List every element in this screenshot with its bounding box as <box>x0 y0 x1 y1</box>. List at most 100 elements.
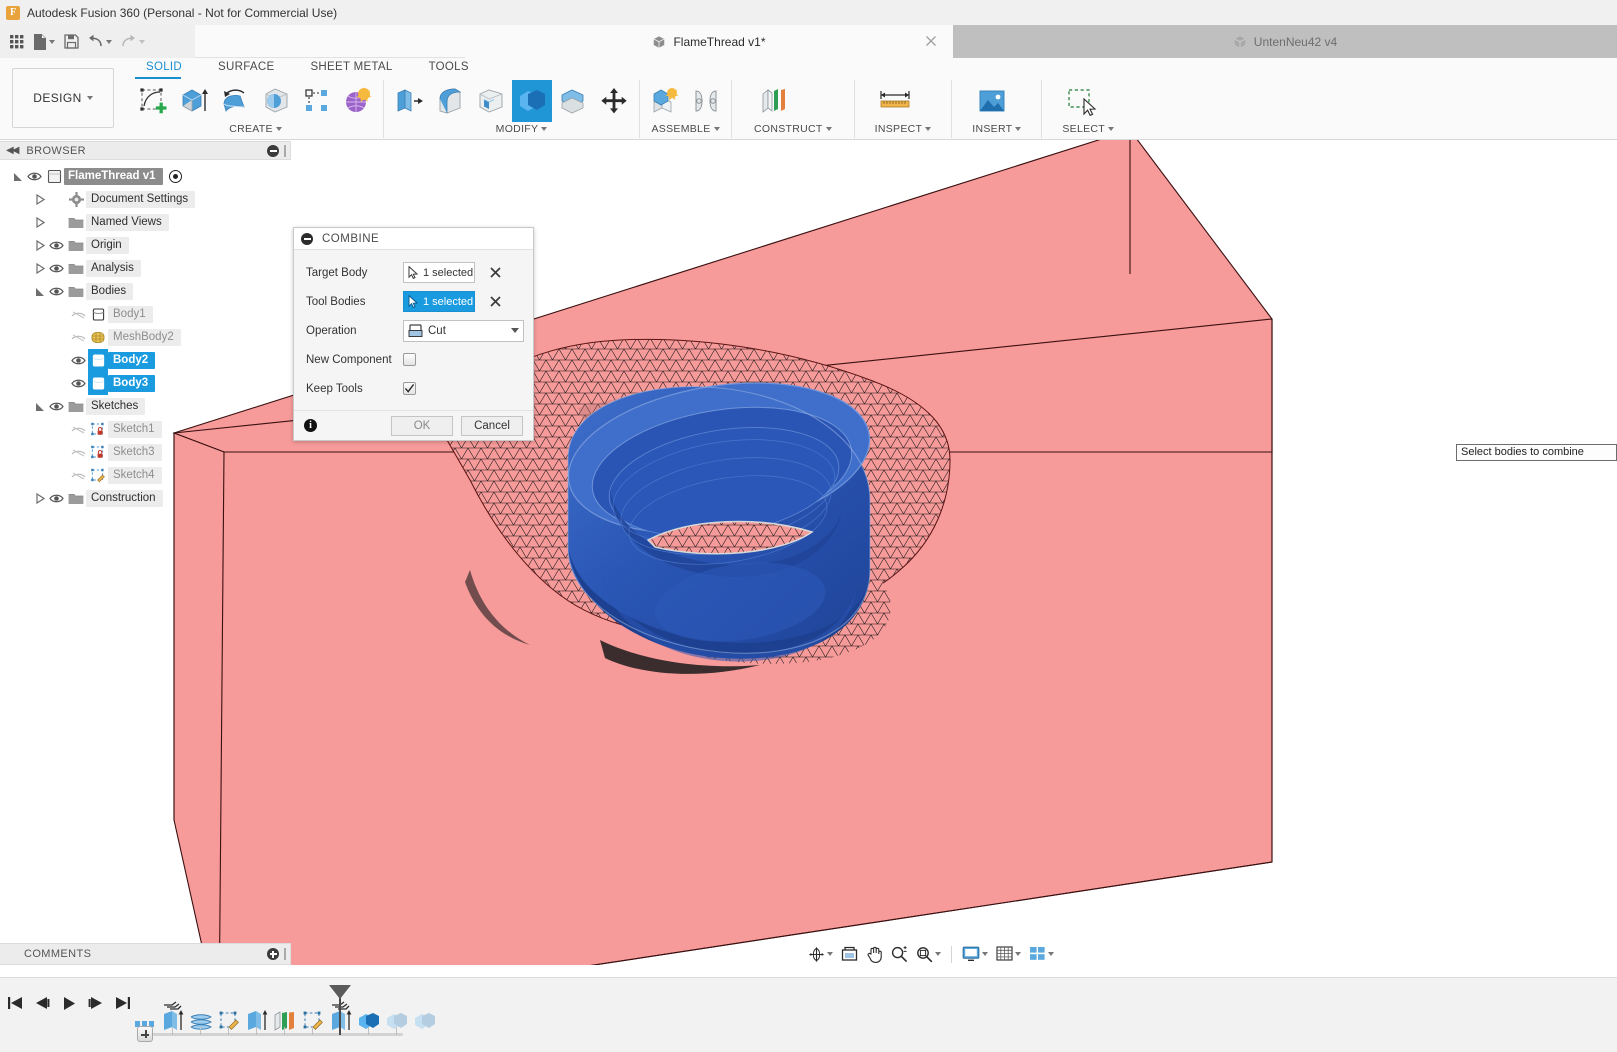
close-icon[interactable] <box>925 35 937 47</box>
visibility-toggle[interactable] <box>47 234 66 257</box>
timeline-playhead-marker[interactable] <box>339 985 341 1035</box>
redo-button[interactable] <box>117 29 148 55</box>
browser-node-label[interactable]: Construction <box>86 490 163 507</box>
browser-node-flamethread-v1[interactable]: FlameThread v1 <box>0 165 291 188</box>
extrude-feature-2[interactable] <box>245 997 268 1031</box>
offset-plane-button[interactable] <box>754 80 794 122</box>
ribbon-panel-insert-label[interactable]: INSERT <box>972 122 1021 136</box>
orbit-caret-icon[interactable] <box>827 952 833 956</box>
new-component-button[interactable] <box>645 80 685 122</box>
keep-tools-checkbox[interactable] <box>403 382 416 395</box>
undo-button[interactable] <box>84 29 115 55</box>
twisty-toggle[interactable] <box>33 280 47 303</box>
browser-node-label[interactable]: Sketches <box>86 398 145 415</box>
step-back-button[interactable] <box>32 993 52 1013</box>
go-to-beginning-button[interactable] <box>5 993 25 1013</box>
browser-node-sketches[interactable]: Sketches <box>0 395 291 418</box>
browser-node-analysis[interactable]: Analysis <box>0 257 291 280</box>
ribbon-panel-construct-label[interactable]: CONSTRUCT <box>754 122 832 136</box>
browser-node-body1[interactable]: Body1 <box>0 303 291 326</box>
browser-node-body2[interactable]: Body2 <box>0 349 291 372</box>
ribbon-panel-inspect-label[interactable]: INSPECT <box>875 122 932 136</box>
browser-node-sketch3[interactable]: Sketch3 <box>0 441 291 464</box>
ghost-feature-1[interactable] <box>385 997 408 1031</box>
timeline-expand-button[interactable] <box>137 1026 153 1042</box>
revolve-button[interactable] <box>215 80 255 122</box>
look-at-button[interactable] <box>838 942 861 966</box>
ribbon-panel-assemble-label[interactable]: ASSEMBLE <box>645 122 726 136</box>
pan-button[interactable] <box>863 942 886 966</box>
visibility-toggle[interactable] <box>69 349 88 372</box>
visibility-toggle[interactable] <box>25 165 44 188</box>
browser-node-document-settings[interactable]: Document Settings <box>0 188 291 211</box>
split-body-button[interactable] <box>553 80 593 122</box>
orbit-button[interactable] <box>805 942 836 966</box>
twisty-toggle[interactable] <box>33 211 47 234</box>
ribbon-tab-tools[interactable]: TOOLS <box>411 58 487 76</box>
undo-caret-icon[interactable] <box>106 40 112 44</box>
fit-button[interactable] <box>913 942 944 966</box>
visibility-toggle[interactable] <box>69 326 88 349</box>
collapse-panel-icon[interactable]: ◀◀ <box>6 145 17 156</box>
twisty-toggle[interactable] <box>33 234 47 257</box>
comments-panel[interactable]: COMMENTS <box>0 943 291 965</box>
twisty-toggle[interactable] <box>33 188 47 211</box>
document-tab-0[interactable]: FlameThread v1* <box>465 25 953 58</box>
visibility-toggle[interactable] <box>47 395 66 418</box>
browser-node-sketch1[interactable]: Sketch1 <box>0 418 291 441</box>
browser-node-label[interactable]: Body3 <box>108 375 155 392</box>
joint-button[interactable] <box>686 80 726 122</box>
browser-collapse-all-icon[interactable] <box>267 145 279 157</box>
browser-node-origin[interactable]: Origin <box>0 234 291 257</box>
viewports-button[interactable] <box>1026 942 1057 966</box>
operation-dropdown[interactable]: Cut <box>403 320 524 342</box>
info-icon[interactable]: i <box>304 419 317 432</box>
workspace-switcher[interactable]: DESIGN <box>12 68 114 128</box>
move-copy-button[interactable] <box>594 80 634 122</box>
add-comment-icon[interactable] <box>267 948 279 960</box>
new-component-checkbox[interactable] <box>403 353 416 366</box>
visibility-toggle[interactable] <box>69 303 88 326</box>
zoom-button[interactable] <box>888 942 911 966</box>
twisty-toggle[interactable] <box>33 395 47 418</box>
browser-node-sketch4[interactable]: Sketch4 <box>0 464 291 487</box>
play-button[interactable] <box>59 993 79 1013</box>
browser-node-label[interactable]: Body2 <box>108 352 155 369</box>
display-settings-caret-icon[interactable] <box>982 952 988 956</box>
window-selection-button[interactable] <box>1062 80 1102 122</box>
go-to-end-button[interactable] <box>113 993 133 1013</box>
panel-resize-grip[interactable] <box>284 145 286 157</box>
pattern-button[interactable] <box>297 80 337 122</box>
redo-caret-icon[interactable] <box>139 40 145 44</box>
browser-node-bodies[interactable]: Bodies <box>0 280 291 303</box>
ribbon-panel-create-label[interactable]: CREATE <box>133 122 378 136</box>
shell-button[interactable] <box>471 80 511 122</box>
tool-bodies-selection-field[interactable]: 1 selected <box>403 291 475 312</box>
browser-node-meshbody2[interactable]: MeshBody2 <box>0 326 291 349</box>
ribbon-panel-modify-label[interactable]: MODIFY <box>389 122 654 136</box>
sketch-feature-2[interactable] <box>301 997 324 1031</box>
browser-node-label[interactable]: FlameThread v1 <box>64 168 163 185</box>
twisty-toggle[interactable] <box>33 257 47 280</box>
save-button[interactable] <box>60 29 82 55</box>
create-sketch-button[interactable] <box>133 80 173 122</box>
browser-node-construction[interactable]: Construction <box>0 487 291 510</box>
ribbon-tab-sheet-metal[interactable]: SHEET METAL <box>292 58 410 76</box>
ok-button[interactable]: OK <box>391 416 453 436</box>
insert-image-button[interactable] <box>972 80 1012 122</box>
browser-node-label[interactable]: Sketch3 <box>108 444 162 461</box>
cancel-button[interactable]: Cancel <box>461 416 523 436</box>
combine-button[interactable] <box>512 80 552 122</box>
sketch-feature-1[interactable] <box>217 997 240 1031</box>
browser-node-label[interactable]: Sketch1 <box>108 421 162 438</box>
ghost-feature-2[interactable] <box>413 997 436 1031</box>
app-grid-button[interactable] <box>6 29 28 55</box>
create-form-button[interactable] <box>338 80 378 122</box>
clear-target-body-button[interactable] <box>484 262 506 283</box>
dialog-collapse-icon[interactable] <box>301 233 313 245</box>
browser-node-label[interactable]: Origin <box>86 237 129 254</box>
grid-snap-button[interactable] <box>993 942 1024 966</box>
browser-node-label[interactable]: Sketch4 <box>108 467 162 484</box>
browser-node-label[interactable]: Document Settings <box>86 191 195 208</box>
combine-dialog[interactable]: COMBINE Target Body 1 selected Too <box>293 227 534 441</box>
